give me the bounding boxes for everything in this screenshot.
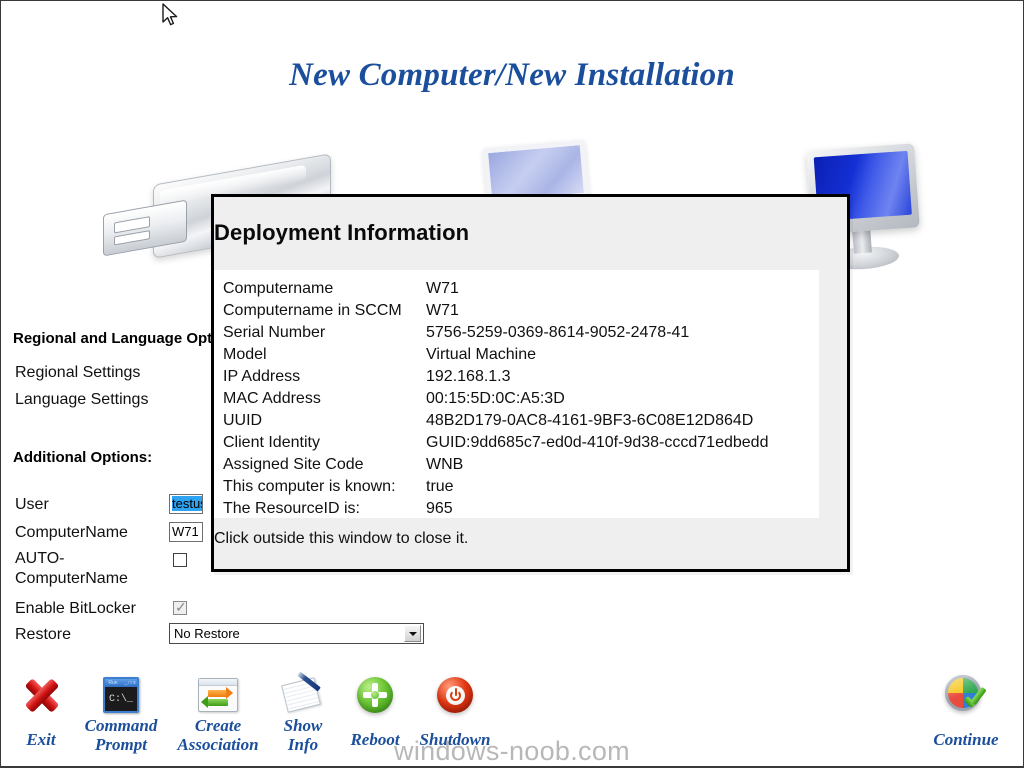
table-row: Model Virtual Machine <box>223 346 819 368</box>
info-key: MAC Address <box>223 390 321 407</box>
info-value: 192.168.1.3 <box>426 368 511 385</box>
label-computername: ComputerName <box>15 524 128 541</box>
info-key: IP Address <box>223 368 301 385</box>
info-value: W71 <box>426 280 459 297</box>
info-key: Model <box>223 346 267 363</box>
info-value: 965 <box>426 500 453 517</box>
link-regional-settings[interactable]: Regional Settings <box>15 364 140 382</box>
command-prompt-icon: Run _ □ x C:\_ <box>69 674 173 716</box>
computername-input[interactable]: W71 <box>169 522 203 542</box>
table-row: Computername W71 <box>223 280 819 302</box>
computername-input-value: W71 <box>172 524 199 539</box>
info-value: 48B2D179-0AC8-4161-9BF3-6C08E12D864D <box>426 412 754 429</box>
table-row: UUID 48B2D179-0AC8-4161-9BF3-6C08E12D864… <box>223 412 819 434</box>
table-row: The ResourceID is: 965 <box>223 500 819 522</box>
shutdown-icon <box>411 674 499 716</box>
deployment-wizard-page: New Computer/New Installation Regional a… <box>0 0 1024 768</box>
red-x-icon <box>9 674 73 716</box>
info-key: Computername in SCCM <box>223 302 402 319</box>
table-row: Assigned Site Code WNB <box>223 456 819 478</box>
site-watermark: windows-noob.com <box>394 736 630 766</box>
info-key: UUID <box>223 412 263 429</box>
label-enable-bitlocker: Enable BitLocker <box>15 600 136 617</box>
continue-icon <box>916 674 1016 716</box>
table-row: Client Identity GUID:9dd685c7-ed0d-410f-… <box>223 434 819 456</box>
table-row: IP Address 192.168.1.3 <box>223 368 819 390</box>
create-association-icon <box>164 674 272 716</box>
info-key: Client Identity <box>223 434 320 451</box>
user-input-value: testuser <box>172 496 202 511</box>
info-key: Computername <box>223 280 334 297</box>
info-value: true <box>426 478 454 495</box>
checkmark-icon: ✓ <box>175 599 187 615</box>
dialog-title: Deployment Information <box>214 220 470 245</box>
table-row: This computer is known: true <box>223 478 819 500</box>
label-auto-computername: AUTO- ComputerName <box>15 550 128 587</box>
info-value: WNB <box>426 456 464 473</box>
info-key: Serial Number <box>223 324 326 341</box>
info-key: Assigned Site Code <box>223 456 364 473</box>
info-key: This computer is known: <box>223 478 396 495</box>
show-info-icon <box>269 671 337 716</box>
table-row: MAC Address 00:15:5D:0C:A5:3D <box>223 390 819 412</box>
auto-computername-checkbox[interactable] <box>173 553 187 567</box>
user-input[interactable]: testuser <box>169 494 203 514</box>
chevron-down-icon[interactable] <box>404 625 421 642</box>
reboot-icon <box>339 674 411 716</box>
info-value: GUID:9dd685c7-ed0d-410f-9d38-cccd71edbed… <box>426 434 769 451</box>
table-row: Computername in SCCM W71 <box>223 302 819 324</box>
restore-select[interactable]: No Restore <box>169 623 424 644</box>
info-value: 00:15:5D:0C:A5:3D <box>426 390 565 407</box>
label-restore: Restore <box>15 626 72 643</box>
link-language-settings[interactable]: Language Settings <box>15 391 148 409</box>
info-value: 5756-5259-0369-8614-9052-2478-41 <box>426 324 690 341</box>
additional-options-heading: Additional Options: <box>13 449 153 466</box>
deployment-information-dialog: Deployment Information Computername W71 … <box>211 194 850 572</box>
mouse-pointer-icon <box>162 3 178 26</box>
restore-select-value: No Restore <box>174 626 240 641</box>
info-key: The ResourceID is: <box>223 500 360 517</box>
enable-bitlocker-checkbox[interactable]: ✓ <box>173 599 187 615</box>
page-title: New Computer/New Installation <box>289 57 735 93</box>
label-user: User <box>15 496 49 513</box>
info-value: Virtual Machine <box>426 346 536 363</box>
info-value: W71 <box>426 302 459 319</box>
dialog-close-hint: Click outside this window to close it. <box>214 530 469 547</box>
deployment-info-table: Computername W71 Computername in SCCM W7… <box>214 270 819 518</box>
table-row: Serial Number 5756-5259-0369-8614-9052-2… <box>223 324 819 346</box>
